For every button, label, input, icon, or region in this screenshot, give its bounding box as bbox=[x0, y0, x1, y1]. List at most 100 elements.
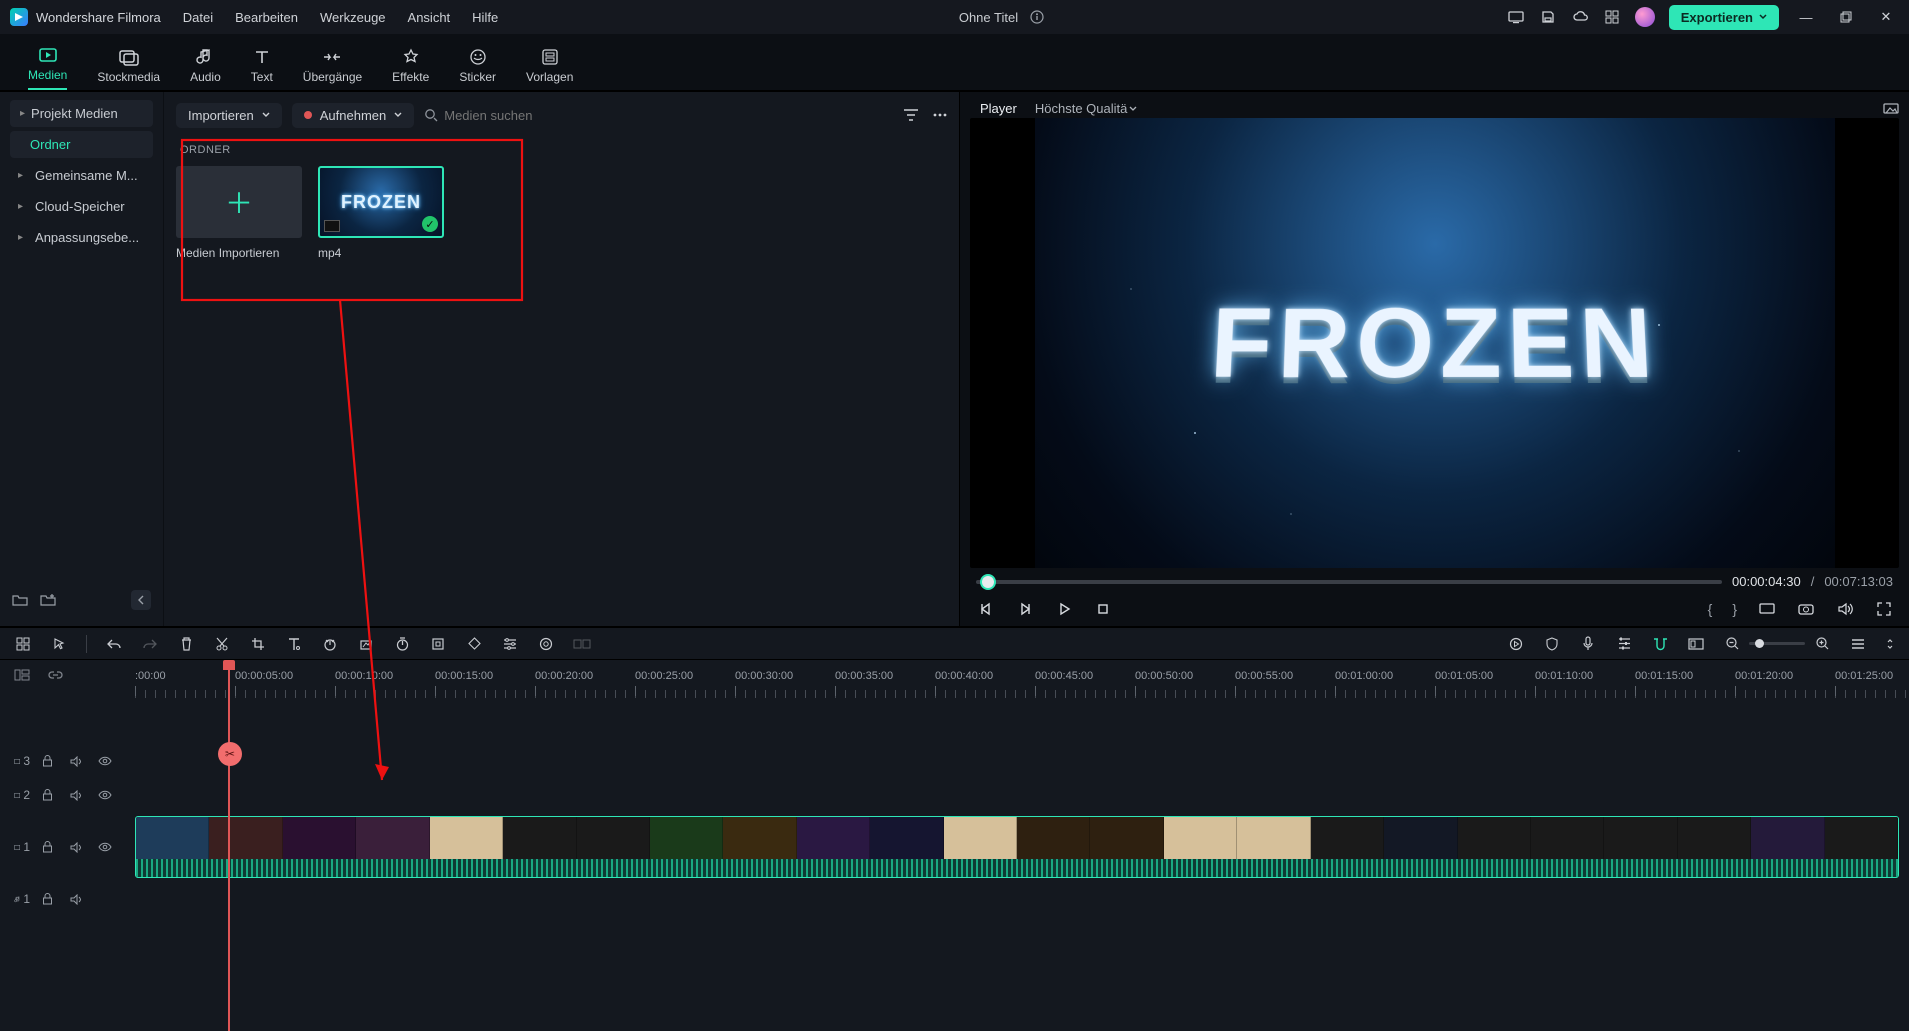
title-icon[interactable] bbox=[285, 635, 303, 653]
adjust-icon[interactable] bbox=[501, 635, 519, 653]
camera-snapshot-icon[interactable] bbox=[1796, 599, 1815, 618]
track-lock-icon[interactable] bbox=[42, 891, 58, 907]
menu-file[interactable]: Datei bbox=[183, 10, 213, 25]
timeline-clip[interactable]: mp4 bbox=[135, 816, 1899, 878]
window-maximize[interactable] bbox=[1833, 8, 1859, 26]
tab-effekte[interactable]: Effekte bbox=[392, 47, 429, 90]
display-icon[interactable] bbox=[1507, 8, 1525, 26]
export-button[interactable]: Exportieren bbox=[1669, 5, 1779, 30]
color-icon[interactable] bbox=[357, 635, 375, 653]
track-body-v3[interactable] bbox=[135, 744, 1909, 778]
mark-out-icon[interactable]: } bbox=[1732, 601, 1737, 617]
track-mute-icon[interactable] bbox=[70, 839, 86, 855]
playhead[interactable] bbox=[228, 660, 230, 1031]
track-body-a1[interactable] bbox=[135, 882, 1909, 916]
render-icon[interactable] bbox=[1507, 635, 1525, 653]
thumbnail-view-icon[interactable] bbox=[1687, 635, 1705, 653]
timer-icon[interactable] bbox=[393, 635, 411, 653]
marker-shield-icon[interactable] bbox=[1543, 635, 1561, 653]
play-forward-button[interactable] bbox=[1015, 599, 1034, 618]
import-media-button[interactable]: ＋ bbox=[176, 166, 302, 238]
sidebar-item-ordner[interactable]: Ordner bbox=[10, 131, 153, 158]
zoom-in-icon[interactable] bbox=[1813, 635, 1831, 653]
cut-icon[interactable] bbox=[213, 635, 231, 653]
sidebar-item-gemeinsame[interactable]: ▸Gemeinsame M... bbox=[10, 162, 153, 189]
track-body-v1[interactable]: mp4 bbox=[135, 812, 1909, 882]
project-info-icon[interactable] bbox=[1028, 8, 1046, 26]
window-minimize[interactable]: — bbox=[1793, 8, 1819, 26]
record-dropdown[interactable]: Aufnehmen bbox=[292, 103, 415, 128]
play-button[interactable] bbox=[1054, 599, 1073, 618]
sidebar-item-projekt-medien[interactable]: ▸Projekt Medien bbox=[10, 100, 153, 127]
stop-button[interactable] bbox=[1093, 599, 1112, 618]
mixer-icon[interactable] bbox=[1615, 635, 1633, 653]
tab-stockmedia[interactable]: Stockmedia bbox=[97, 47, 160, 90]
seek-bar[interactable] bbox=[976, 580, 1722, 584]
keyframe-icon[interactable] bbox=[465, 635, 483, 653]
track-mute-icon[interactable] bbox=[70, 753, 86, 769]
speed-icon[interactable] bbox=[321, 635, 339, 653]
fullscreen-icon[interactable] bbox=[1874, 599, 1893, 618]
track-manager-icon[interactable] bbox=[14, 668, 32, 686]
menu-tools[interactable]: Werkzeuge bbox=[320, 10, 386, 25]
mask-icon[interactable] bbox=[537, 635, 555, 653]
group-icon[interactable] bbox=[573, 635, 591, 653]
folder-open-icon[interactable] bbox=[12, 593, 28, 607]
prev-frame-button[interactable] bbox=[976, 599, 995, 618]
menu-edit[interactable]: Bearbeiten bbox=[235, 10, 298, 25]
apps-icon[interactable] bbox=[1603, 8, 1621, 26]
time-ruler[interactable]: :00:0000:00:05:0000:00:10:0000:00:15:000… bbox=[135, 670, 1909, 700]
timeline-menu-icon[interactable] bbox=[1885, 635, 1895, 653]
track-mute-icon[interactable] bbox=[70, 891, 86, 907]
link-icon[interactable] bbox=[48, 668, 66, 686]
search-input[interactable] bbox=[444, 108, 644, 123]
tab-vorlagen[interactable]: Vorlagen bbox=[526, 47, 573, 90]
save-icon[interactable] bbox=[1539, 8, 1557, 26]
zoom-knob[interactable] bbox=[1755, 639, 1764, 648]
track-lock-icon[interactable] bbox=[42, 753, 58, 769]
player-quality[interactable]: Höchste Qualitä bbox=[1035, 101, 1138, 116]
undo-icon[interactable] bbox=[105, 635, 123, 653]
import-dropdown[interactable]: Importieren bbox=[176, 103, 282, 128]
track-visible-icon[interactable] bbox=[98, 753, 114, 769]
collapse-sidebar-button[interactable] bbox=[131, 590, 151, 610]
zoom-out-icon[interactable] bbox=[1723, 635, 1741, 653]
volume-icon[interactable] bbox=[1835, 599, 1854, 618]
track-visible-icon[interactable] bbox=[98, 787, 114, 803]
zoom-slider[interactable] bbox=[1749, 642, 1805, 645]
tab-medien[interactable]: Medien bbox=[28, 45, 67, 90]
crop-fit-icon[interactable] bbox=[429, 635, 447, 653]
menu-help[interactable]: Hilfe bbox=[472, 10, 498, 25]
sidebar-item-cloud[interactable]: ▸Cloud-Speicher bbox=[10, 193, 153, 220]
track-mute-icon[interactable] bbox=[70, 787, 86, 803]
playhead-cap[interactable] bbox=[223, 660, 235, 670]
track-video-icon[interactable]: 1 bbox=[14, 839, 30, 855]
more-icon[interactable] bbox=[933, 113, 947, 117]
track-lock-icon[interactable] bbox=[42, 787, 58, 803]
video-area[interactable]: FROZEN bbox=[970, 118, 1899, 568]
sidebar-item-anpassung[interactable]: ▸Anpassungsebe... bbox=[10, 224, 153, 251]
filter-icon[interactable] bbox=[903, 108, 919, 122]
media-clip-thumb[interactable]: FROZEN ✓ bbox=[318, 166, 444, 238]
window-close[interactable]: ✕ bbox=[1873, 8, 1899, 26]
track-video-icon[interactable]: 3 bbox=[14, 753, 30, 769]
snapshot-view-icon[interactable] bbox=[1883, 101, 1899, 115]
track-body-v2[interactable] bbox=[135, 778, 1909, 812]
tab-audio[interactable]: Audio bbox=[190, 47, 221, 90]
redo-icon[interactable] bbox=[141, 635, 159, 653]
track-visible-icon[interactable] bbox=[98, 839, 114, 855]
list-view-icon[interactable] bbox=[1849, 635, 1867, 653]
tab-text[interactable]: Text bbox=[251, 47, 273, 90]
track-lock-icon[interactable] bbox=[42, 839, 58, 855]
crop-icon[interactable] bbox=[249, 635, 267, 653]
display-settings-icon[interactable] bbox=[1757, 599, 1776, 618]
delete-icon[interactable] bbox=[177, 635, 195, 653]
snap-icon[interactable] bbox=[1651, 635, 1669, 653]
menu-view[interactable]: Ansicht bbox=[408, 10, 451, 25]
tab-sticker[interactable]: Sticker bbox=[459, 47, 496, 90]
track-video-icon[interactable]: 2 bbox=[14, 787, 30, 803]
cloud-icon[interactable] bbox=[1571, 8, 1589, 26]
mic-icon[interactable] bbox=[1579, 635, 1597, 653]
user-avatar[interactable] bbox=[1635, 7, 1655, 27]
mark-in-icon[interactable]: { bbox=[1708, 601, 1713, 617]
